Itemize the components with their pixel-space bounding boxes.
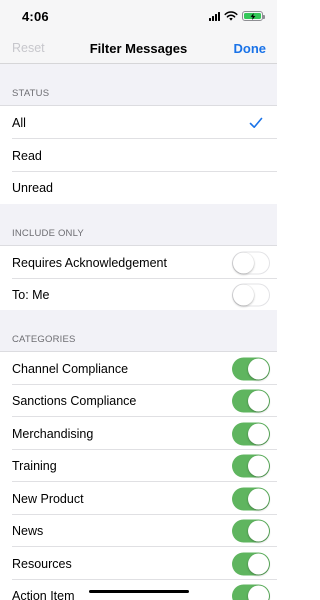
- section-header-categories: CATEGORIES: [0, 310, 277, 352]
- status-option-read[interactable]: Read: [0, 139, 277, 172]
- toggle-label: Channel Compliance: [12, 361, 129, 376]
- news-toggle[interactable]: [232, 519, 270, 543]
- channel-compliance-toggle[interactable]: [232, 357, 270, 380]
- charging-bolt-icon: [250, 12, 255, 20]
- section-header-label: CATEGORIES: [12, 334, 76, 345]
- category-row-news: News: [0, 515, 277, 547]
- sanctions-compliance-toggle[interactable]: [232, 389, 270, 413]
- include-row-to-me: To: Me: [0, 279, 277, 310]
- category-row-resources: Resources: [0, 547, 277, 580]
- toggle-label: Sanctions Compliance: [12, 394, 137, 408]
- to-me-toggle[interactable]: [232, 283, 270, 306]
- toggle-label: Merchandising: [12, 426, 94, 441]
- toggle-label: Requires Acknowledgement: [12, 255, 167, 270]
- navigation-bar: Reset Filter Messages Done: [0, 32, 277, 64]
- status-time: 4:06: [22, 9, 49, 24]
- status-option-unread[interactable]: Unread: [0, 172, 277, 204]
- category-row-sanctions-compliance: Sanctions Compliance: [0, 385, 277, 417]
- section-header-label: STATUS: [12, 88, 50, 99]
- section-header-status: STATUS: [0, 64, 277, 106]
- category-row-channel-compliance: Channel Compliance: [0, 352, 277, 385]
- section-header-label: INCLUDE ONLY: [12, 228, 84, 239]
- battery-icon: [242, 11, 265, 21]
- status-option-all[interactable]: All: [0, 106, 277, 139]
- section-header-include-only: INCLUDE ONLY: [0, 204, 277, 246]
- requires-acknowledgement-toggle[interactable]: [232, 251, 270, 274]
- toggle-label: New Product: [12, 491, 84, 506]
- status-icons: [209, 10, 265, 22]
- toggle-label: News: [12, 524, 44, 538]
- screen: 4:06 Reset Filter Messages Done STATUS A…: [0, 0, 277, 600]
- resources-toggle[interactable]: [232, 552, 270, 575]
- toggle-label: To: Me: [12, 287, 50, 302]
- category-row-training: Training: [0, 450, 277, 482]
- training-toggle[interactable]: [232, 454, 270, 478]
- new-product-toggle[interactable]: [232, 487, 270, 510]
- option-label: All: [12, 115, 26, 130]
- checkmark-icon: [249, 117, 263, 128]
- option-label: Read: [12, 148, 42, 163]
- toggle-label: Training: [12, 459, 57, 473]
- toggle-label: Resources: [12, 556, 72, 571]
- category-row-new-product: New Product: [0, 482, 277, 515]
- option-label: Unread: [12, 181, 53, 195]
- cellular-signal-icon: [209, 11, 220, 21]
- toggle-label: Action Item: [12, 589, 75, 600]
- action-item-toggle[interactable]: [232, 584, 270, 600]
- done-button[interactable]: Done: [234, 41, 267, 56]
- category-row-merchandising: Merchandising: [0, 417, 277, 450]
- include-row-requires-acknowledgement: Requires Acknowledgement: [0, 246, 277, 279]
- status-bar: 4:06: [0, 0, 277, 32]
- merchandising-toggle[interactable]: [232, 422, 270, 445]
- home-indicator[interactable]: [89, 590, 189, 593]
- wifi-icon: [224, 11, 238, 21]
